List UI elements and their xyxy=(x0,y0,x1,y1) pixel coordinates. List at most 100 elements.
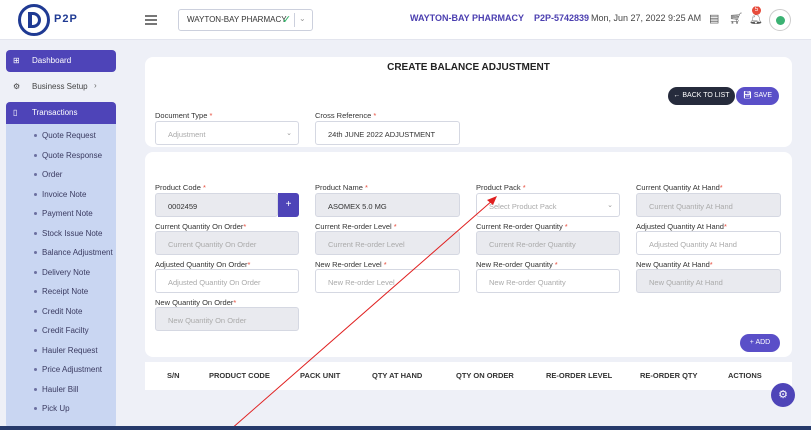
sidebar-item-label: Business Setup xyxy=(32,82,88,91)
sidebar-subitem-label: Pick Up xyxy=(42,404,70,413)
sidebar-subitem-label: Hauler Request xyxy=(42,345,98,355)
sidebar-subitem-label: Quote Response xyxy=(42,150,103,160)
sidebar-subitem-label: Hauler Bill xyxy=(42,384,79,394)
back-to-list-label: BACK TO LIST xyxy=(682,92,730,99)
sidebar-subitem-label: Payment Note xyxy=(42,209,93,218)
new-qty-order-placeholder: New Quantity On Order xyxy=(168,316,247,325)
cross-reference-label: Cross Reference * xyxy=(315,111,377,120)
sidebar-subitem-hauler-request[interactable]: Hauler Request xyxy=(6,342,116,362)
chevron-down-icon: ⌄ xyxy=(286,130,292,137)
sidebar-subitem-invoice-note[interactable]: Invoice Note xyxy=(6,186,116,206)
pharmacy-select[interactable]: WAYTON-BAY PHARMACY ✓ ⌄ xyxy=(178,9,313,31)
new-qty-order-label: New Quantity On Order* xyxy=(155,298,237,307)
current-qty-hand-placeholder: Current Quantity At Hand xyxy=(649,202,733,211)
sidebar-subitem-stock-issue-note[interactable]: Stock Issue Note xyxy=(6,225,116,245)
gear-icon: ⚙ xyxy=(13,82,21,91)
sidebar-subitem-quote-response[interactable]: Quote Response xyxy=(6,147,116,167)
sidebar-item-label: Transactions xyxy=(32,108,78,117)
sidebar-subitem-label: Quote Request xyxy=(42,131,96,140)
sidebar: ⊞ Dashboard ⚙ Business Setup › ▯ Transac… xyxy=(6,50,116,428)
sidebar-subitem-delivery-note[interactable]: Delivery Note xyxy=(6,264,116,284)
avatar[interactable] xyxy=(769,9,791,31)
current-qty-order-label: Current Quantity On Order* xyxy=(155,222,247,231)
chevron-down-icon[interactable]: ⌄ xyxy=(299,14,306,23)
new-reorder-qty-input[interactable]: New Re-order Quantity xyxy=(476,269,620,293)
page-title: CREATE BALANCE ADJUSTMENT xyxy=(387,62,550,73)
add-button[interactable]: + ADD xyxy=(740,334,780,352)
product-name-input[interactable]: ASOMEX 5.0 MG xyxy=(315,193,460,217)
product-name-value: ASOMEX 5.0 MG xyxy=(328,202,387,211)
save-button[interactable]: 💾︎ SAVE xyxy=(736,87,779,105)
sidebar-subitem-order[interactable]: Order xyxy=(6,166,116,186)
sidebar-subitem-pick-up[interactable]: Pick Up xyxy=(6,400,116,420)
product-code-input[interactable]: 0002459 xyxy=(155,193,278,217)
current-reorder-level-placeholder: Current Re-order Level xyxy=(328,240,405,249)
column-header: RE-ORDER QTY xyxy=(640,371,698,380)
product-pack-select[interactable]: Select Product Pack ⌄ xyxy=(476,193,620,217)
sidebar-subitem-label: Balance Adjustment xyxy=(42,248,113,257)
new-reorder-level-label: New Re-order Level * xyxy=(315,260,387,269)
product-code-value: 0002459 xyxy=(168,202,198,211)
sidebar-subitem-credit-facility[interactable]: Credit Facilty xyxy=(6,322,116,342)
logo-text: P2P xyxy=(54,13,78,25)
new-qty-hand-input[interactable]: New Quantity At Hand xyxy=(636,269,781,293)
items-table-header: S/N PRODUCT CODE PACK UNIT QTY AT HAND Q… xyxy=(145,362,792,390)
grid-icon: ⊞ xyxy=(13,56,20,65)
back-to-list-button[interactable]: ← BACK TO LIST xyxy=(668,87,735,105)
current-reorder-qty-input[interactable]: Current Re-order Quantity xyxy=(476,231,620,255)
sidebar-subitem-receipt-note[interactable]: Receipt Note xyxy=(6,283,116,303)
current-reorder-qty-label: Current Re-order Quantity * xyxy=(476,222,568,231)
sidebar-subitem-label: Invoice Note xyxy=(42,189,87,199)
sidebar-subitem-payment-note[interactable]: Payment Note xyxy=(6,205,116,225)
column-header: QTY ON ORDER xyxy=(456,371,514,380)
column-header: S/N xyxy=(167,371,180,380)
cart-icon[interactable]: 🛒︎ xyxy=(729,12,743,25)
current-reorder-level-label: Current Re-order Level * xyxy=(315,222,397,231)
current-reorder-qty-placeholder: Current Re-order Quantity xyxy=(489,240,576,249)
sidebar-subitem-label: Order xyxy=(42,170,63,179)
save-label: SAVE xyxy=(753,92,772,99)
sidebar-subitem-label: Stock Issue Note xyxy=(42,228,103,238)
cross-reference-input[interactable]: 24th JUNE 2022 ADJUSTMENT xyxy=(315,121,460,145)
calculator-icon[interactable]: ▤ xyxy=(709,12,719,25)
notification-badge: 5 xyxy=(752,6,761,15)
sidebar-subitem-label: Receipt Note xyxy=(42,287,89,296)
add-product-button[interactable]: + xyxy=(278,193,299,217)
adjusted-qty-order-input[interactable]: Adjusted Quantity On Order xyxy=(155,269,299,293)
adjusted-qty-hand-input[interactable]: Adjusted Quantity At Hand xyxy=(636,231,781,255)
chevron-right-icon: › xyxy=(94,81,97,90)
current-qty-hand-input[interactable]: Current Quantity At Hand xyxy=(636,193,781,217)
product-code-label: Product Code * xyxy=(155,183,206,192)
settings-fab[interactable]: ⚙ xyxy=(771,383,795,407)
transactions-group: ▯ Transactions Quote Request Quote Respo… xyxy=(6,102,116,428)
adjusted-qty-order-placeholder: Adjusted Quantity On Order xyxy=(168,278,261,287)
menu-icon[interactable] xyxy=(145,15,157,25)
new-qty-order-input[interactable]: New Quantity On Order xyxy=(155,307,299,331)
sidebar-item-transactions[interactable]: ▯ Transactions xyxy=(6,102,116,124)
sidebar-subitem-label: Credit Note xyxy=(42,306,83,316)
pharmacy-name: WAYTON-BAY PHARMACY xyxy=(410,13,525,23)
document-type-select[interactable]: Adjustment ⌄ xyxy=(155,121,299,145)
cross-reference-value: 24th JUNE 2022 ADJUSTMENT xyxy=(328,130,436,139)
column-header: PRODUCT CODE xyxy=(209,371,270,380)
sidebar-subitem-hauler-bill[interactable]: Hauler Bill xyxy=(6,381,116,401)
check-icon: ✓ xyxy=(282,14,292,26)
new-reorder-level-input[interactable]: New Re-order Level xyxy=(315,269,460,293)
new-qty-hand-placeholder: New Quantity At Hand xyxy=(649,278,723,287)
product-name-label: Product Name * xyxy=(315,183,368,192)
column-header: RE-ORDER LEVEL xyxy=(546,371,613,380)
adjusted-qty-hand-label: Adjusted Quantity At Hand* xyxy=(636,222,727,231)
sidebar-subitem-label: Price Adjustment xyxy=(42,365,103,374)
sidebar-item-dashboard[interactable]: ⊞ Dashboard xyxy=(6,50,116,72)
sidebar-subitem-price-adjustment[interactable]: Price Adjustment xyxy=(6,361,116,381)
sidebar-item-business-setup[interactable]: ⚙ Business Setup › xyxy=(6,76,116,98)
p2p-logo[interactable] xyxy=(18,4,50,36)
current-qty-order-input[interactable]: Current Quantity On Order xyxy=(155,231,299,255)
current-reorder-level-input[interactable]: Current Re-order Level xyxy=(315,231,460,255)
sidebar-subitem-balance-adjustment[interactable]: Balance Adjustment xyxy=(6,244,116,264)
sidebar-subitem-credit-note[interactable]: Credit Note xyxy=(6,303,116,323)
sidebar-item-label: Dashboard xyxy=(32,56,72,65)
new-qty-hand-label: New Quantity At Hand* xyxy=(636,260,713,269)
sidebar-subitem-quote-request[interactable]: Quote Request xyxy=(6,127,116,147)
new-reorder-qty-placeholder: New Re-order Quantity xyxy=(489,278,566,287)
